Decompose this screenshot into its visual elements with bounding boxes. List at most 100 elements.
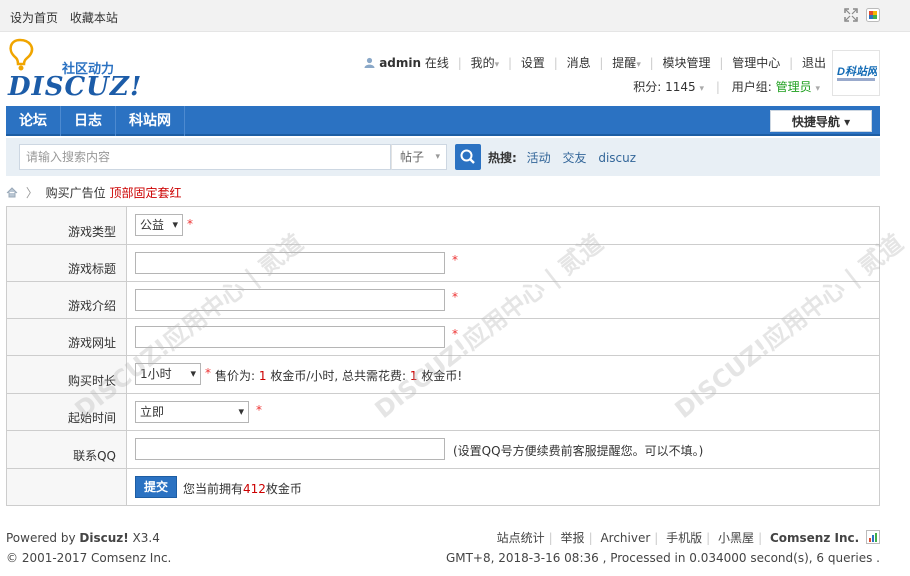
game-url-input[interactable] xyxy=(135,326,445,348)
price-prefix: 售价为: xyxy=(215,369,256,383)
main-nav: 论坛 日志 科站网 快捷导航 ▾ xyxy=(6,106,880,136)
points-value[interactable]: 1145 xyxy=(665,80,696,94)
powered-prefix: Powered by xyxy=(6,531,80,545)
footer-link-blacklist[interactable]: 小黑屋 xyxy=(718,531,754,545)
footer-link-stats[interactable]: 站点统计 xyxy=(497,531,545,545)
set-home-link[interactable]: 设为首页 xyxy=(10,11,58,25)
hot-term-2[interactable]: 交友 xyxy=(562,151,586,165)
fullscreen-icon[interactable] xyxy=(844,8,858,22)
footer-link-archiver[interactable]: Archiver xyxy=(600,531,650,545)
required-mark: * xyxy=(452,290,458,304)
logo-brand: DISCUZ! xyxy=(8,72,143,102)
balance-value: 412 xyxy=(243,482,266,496)
required-mark: * xyxy=(256,403,262,417)
game-url-label: 游戏网址 xyxy=(67,336,116,350)
price-mid: 枚金币/小时, 总共需花费: xyxy=(270,369,407,383)
hot-search: 热搜: 活动 交友 discuz xyxy=(488,149,644,166)
form-row-start-time: 起始时间 立即 * xyxy=(7,394,879,431)
svg-text:D科站网: D科站网 xyxy=(837,65,877,78)
balance-suffix: 枚金币 xyxy=(265,482,302,496)
form-row-game-intro: 游戏介绍 * xyxy=(7,282,879,319)
nav-item-blog[interactable]: 日志 xyxy=(61,106,116,136)
game-type-value: 公益 xyxy=(140,218,165,232)
hot-search-label: 热搜: xyxy=(488,151,517,165)
game-type-select[interactable]: 公益 xyxy=(135,214,183,236)
hot-term-3[interactable]: discuz xyxy=(598,151,636,165)
header: 社区动力 DISCUZ! admin 在线 | 我的▾ | 设置 | 消息 | … xyxy=(6,38,880,104)
breadcrumb-item[interactable]: 购买广告位 xyxy=(46,186,106,200)
powered-brand-link[interactable]: Discuz! xyxy=(79,531,128,545)
module-admin-link[interactable]: 模块管理 xyxy=(663,56,711,70)
logout-link[interactable]: 退出 xyxy=(802,56,826,70)
submit-button[interactable]: 提交 xyxy=(135,476,177,498)
balance-prefix: 您当前拥有 xyxy=(183,482,244,496)
settings-link[interactable]: 设置 xyxy=(521,56,545,70)
nav-item-kezhan[interactable]: 科站网 xyxy=(116,106,185,136)
user-group-value[interactable]: 管理员 xyxy=(776,80,812,94)
form-row-game-title: 游戏标题 * xyxy=(7,245,879,282)
copyright: © 2001-2017 Comsenz Inc. xyxy=(6,551,172,565)
user-icon xyxy=(364,57,375,68)
username-link[interactable]: admin xyxy=(379,56,421,70)
form-row-game-url: 游戏网址 * xyxy=(7,319,879,356)
admin-center-link[interactable]: 管理中心 xyxy=(732,56,780,70)
site-logo[interactable]: 社区动力 DISCUZ! xyxy=(6,38,186,102)
quick-nav-button[interactable]: 快捷导航 ▾ xyxy=(770,110,872,132)
game-type-label: 游戏类型 xyxy=(67,225,116,239)
required-mark: * xyxy=(205,366,211,380)
qq-hint: (设置QQ号方便续费前客服提醒您。可以不填。) xyxy=(453,444,704,458)
search-type-select[interactable]: 帖子 ▾ xyxy=(391,144,447,170)
game-intro-input[interactable] xyxy=(135,289,445,311)
footer-link-mobile[interactable]: 手机版 xyxy=(666,531,702,545)
price-rate: 1 xyxy=(258,369,267,383)
form-row-game-type: 游戏类型 公益 * xyxy=(7,207,879,245)
search-type-value: 帖子 xyxy=(400,150,425,164)
balance-info: 您当前拥有412枚金币 xyxy=(183,480,302,497)
submit-row-label-cell xyxy=(7,469,127,505)
required-mark: * xyxy=(452,253,458,267)
footer-company-link[interactable]: Comsenz Inc. xyxy=(770,531,859,545)
user-stats: 积分: 1145 ▾ | 用户组: 管理员 ▾ xyxy=(633,80,820,94)
reminder-link[interactable]: 提醒 xyxy=(612,56,636,70)
points-label[interactable]: 积分: xyxy=(633,80,665,94)
my-link[interactable]: 我的 xyxy=(471,56,495,70)
price-suffix: 枚金币! xyxy=(421,369,463,383)
hot-term-1[interactable]: 活动 xyxy=(527,151,551,165)
footer-right: 站点统计 | 举报 | Archiver | 手机版 | 小黑屋 | Comsenz In… xyxy=(446,528,880,568)
bookmark-link[interactable]: 收藏本站 xyxy=(70,11,118,25)
version: X3.4 xyxy=(128,531,160,545)
footer-link-report[interactable]: 举报 xyxy=(561,531,585,545)
search-bar: 请输入搜索内容 帖子 ▾ 热搜: 活动 交友 discuz xyxy=(6,138,880,176)
stats-icon[interactable] xyxy=(866,530,880,544)
top-bar: 设为首页 收藏本站 xyxy=(0,0,910,32)
qq-input[interactable] xyxy=(135,438,445,460)
ad-purchase-form: 游戏类型 公益 * 游戏标题 * 游戏介绍 * 游戏网址 * 购买时长 1小时 … xyxy=(6,206,908,506)
duration-label: 购买时长 xyxy=(67,374,116,388)
user-group-label: 用户组: xyxy=(731,80,776,94)
breadcrumb-current: 顶部固定套红 xyxy=(109,186,182,200)
style-icon[interactable] xyxy=(866,8,880,22)
qq-label: 联系QQ xyxy=(73,449,116,463)
form-row-qq: 联系QQ (设置QQ号方便续费前客服提醒您。可以不填。) xyxy=(7,431,879,469)
footer-left: Powered by Discuz! X3.4 © 2001-2017 Coms… xyxy=(6,528,171,568)
messages-link[interactable]: 消息 xyxy=(567,56,591,70)
home-icon[interactable] xyxy=(6,187,18,198)
price-total: 1 xyxy=(409,369,418,383)
search-icon xyxy=(460,149,475,164)
required-mark: * xyxy=(452,327,458,341)
nav-item-forum[interactable]: 论坛 xyxy=(6,106,61,136)
start-time-label: 起始时间 xyxy=(67,411,116,425)
start-time-select[interactable]: 立即 xyxy=(135,401,249,423)
game-title-input[interactable] xyxy=(135,252,445,274)
duration-select[interactable]: 1小时 xyxy=(135,363,201,385)
breadcrumb: 〉 购买广告位 顶部固定套红 xyxy=(6,184,182,201)
game-intro-label: 游戏介绍 xyxy=(67,299,116,313)
partner-logo[interactable]: D科站网 xyxy=(832,50,880,96)
required-mark: * xyxy=(187,217,193,231)
search-button[interactable] xyxy=(455,144,481,170)
online-status[interactable]: 在线 xyxy=(425,56,449,70)
start-time-value: 立即 xyxy=(140,405,165,419)
user-menu: admin 在线 | 我的▾ | 设置 | 消息 | 提醒▾ | 模块管理 | … xyxy=(364,54,826,71)
search-input[interactable]: 请输入搜索内容 xyxy=(19,144,391,170)
price-info: 售价为: 1 枚金币/小时, 总共需花费: 1 枚金币! xyxy=(215,367,462,384)
